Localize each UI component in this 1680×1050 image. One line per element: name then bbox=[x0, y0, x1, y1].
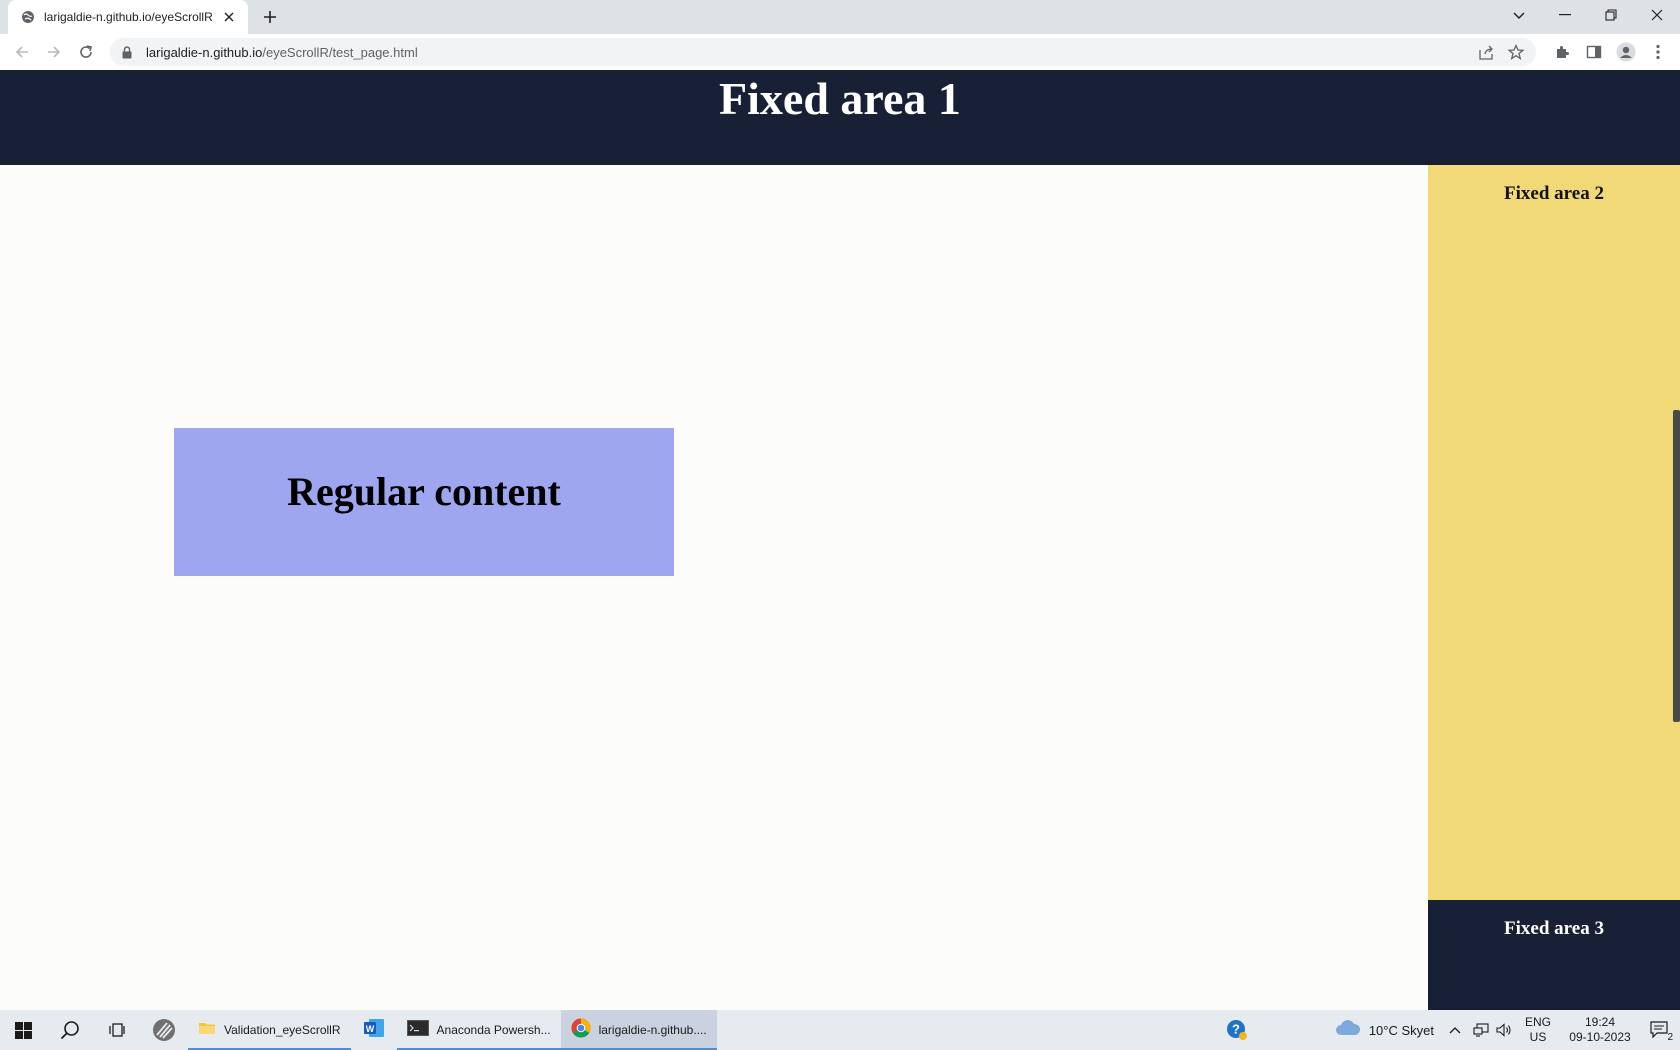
clock[interactable]: 19:24 09-10-2023 bbox=[1560, 1010, 1640, 1050]
lock-icon[interactable] bbox=[122, 45, 136, 59]
search-icon[interactable] bbox=[46, 1010, 94, 1050]
url-path: /eyeScrollR/test_page.html bbox=[262, 44, 418, 60]
word-icon: W bbox=[363, 1018, 385, 1043]
restore-button[interactable] bbox=[1588, 0, 1634, 30]
weather-widget[interactable]: 10°C Skyet bbox=[1329, 1010, 1440, 1050]
volume-icon[interactable] bbox=[1492, 1010, 1516, 1050]
side-panel-icon[interactable] bbox=[1578, 36, 1610, 68]
regular-content-box: Regular content bbox=[174, 428, 674, 576]
taskbar-app-anaconda[interactable]: Anaconda Powersh... bbox=[396, 1010, 561, 1050]
fixed-area-2: Fixed area 2 bbox=[1428, 165, 1680, 900]
chevron-up-icon[interactable] bbox=[1440, 1010, 1470, 1050]
language-region: US bbox=[1529, 1030, 1547, 1044]
close-tab-icon[interactable] bbox=[220, 8, 238, 26]
system-tray: ? 10°C Skyet ENG US 19:24 09-10-2023 2 bbox=[1215, 1010, 1680, 1050]
language-indicator[interactable]: ENG US bbox=[1516, 1010, 1560, 1050]
regular-content-heading: Regular content bbox=[287, 469, 561, 514]
notification-count: 2 bbox=[1667, 1032, 1673, 1043]
taskbar-app-label: Anaconda Powersh... bbox=[436, 1023, 551, 1037]
fixed-area-1-heading: Fixed area 1 bbox=[719, 73, 961, 124]
profile-avatar-icon[interactable] bbox=[1610, 36, 1642, 68]
fixed-area-2-heading: Fixed area 2 bbox=[1504, 183, 1604, 204]
reload-button[interactable] bbox=[70, 36, 102, 68]
terminal-icon bbox=[406, 1019, 429, 1041]
taskbar-app-chrome[interactable]: larigaldie-n.github.... bbox=[560, 1010, 717, 1050]
network-icon[interactable] bbox=[1470, 1010, 1492, 1050]
clock-time: 19:24 bbox=[1584, 1015, 1616, 1029]
bookmark-star-icon[interactable] bbox=[1504, 42, 1528, 62]
fixed-area-1: Fixed area 1 bbox=[0, 70, 1680, 165]
pinned-app-stripes-icon[interactable] bbox=[140, 1010, 188, 1050]
folder-icon bbox=[198, 1019, 216, 1042]
tab-search-chevron-icon[interactable] bbox=[1504, 4, 1534, 28]
help-icon[interactable]: ? bbox=[1215, 1010, 1259, 1050]
svg-text:W: W bbox=[365, 1024, 374, 1034]
taskbar-app-word[interactable]: W bbox=[351, 1010, 397, 1050]
address-bar[interactable]: larigaldie-n.github.io/eyeScrollR/test_p… bbox=[110, 38, 1536, 66]
new-tab-button[interactable] bbox=[258, 6, 282, 28]
share-icon[interactable] bbox=[1474, 42, 1498, 62]
windows-taskbar: Validation_eyeScrollR W Anaconda Powersh… bbox=[0, 1010, 1680, 1050]
close-window-button[interactable] bbox=[1634, 0, 1680, 30]
back-button[interactable] bbox=[6, 36, 38, 68]
chrome-icon bbox=[571, 1018, 591, 1043]
tab-title: larigaldie-n.github.io/eyeScrollR bbox=[44, 10, 213, 24]
extensions-puzzle-icon[interactable] bbox=[1546, 36, 1578, 68]
scrollbar-thumb[interactable] bbox=[1673, 410, 1680, 722]
globe-icon bbox=[20, 9, 36, 25]
language-code: ENG bbox=[1524, 1015, 1551, 1029]
taskbar-app-label: larigaldie-n.github.... bbox=[598, 1023, 707, 1037]
notification-center-icon[interactable]: 2 bbox=[1640, 1010, 1680, 1050]
fixed-area-3-heading: Fixed area 3 bbox=[1504, 918, 1604, 939]
taskbar-app-label: Validation_eyeScrollR bbox=[224, 1023, 341, 1037]
svg-text:?: ? bbox=[1232, 1022, 1240, 1037]
taskbar-app-explorer[interactable]: Validation_eyeScrollR bbox=[188, 1010, 351, 1050]
browser-toolbar: larigaldie-n.github.io/eyeScrollR/test_p… bbox=[0, 34, 1680, 70]
browser-tab-active[interactable]: larigaldie-n.github.io/eyeScrollR bbox=[8, 0, 248, 34]
start-windows-icon[interactable] bbox=[0, 1010, 46, 1050]
url-host: larigaldie-n.github.io bbox=[146, 44, 263, 60]
minimize-button[interactable] bbox=[1542, 0, 1588, 30]
cloud-icon bbox=[1335, 1019, 1361, 1042]
task-view-icon[interactable] bbox=[94, 1010, 140, 1050]
page-viewport[interactable]: Fixed area 1 Regular content Fixed area … bbox=[0, 70, 1680, 1010]
clock-date: 09-10-2023 bbox=[1569, 1030, 1631, 1044]
menu-kebab-icon[interactable] bbox=[1642, 36, 1674, 68]
tab-strip: larigaldie-n.github.io/eyeScrollR bbox=[0, 0, 1680, 34]
weather-text: 10°C Skyet bbox=[1368, 1022, 1434, 1038]
forward-button[interactable] bbox=[38, 36, 70, 68]
fixed-area-3: Fixed area 3 bbox=[1428, 900, 1680, 1010]
